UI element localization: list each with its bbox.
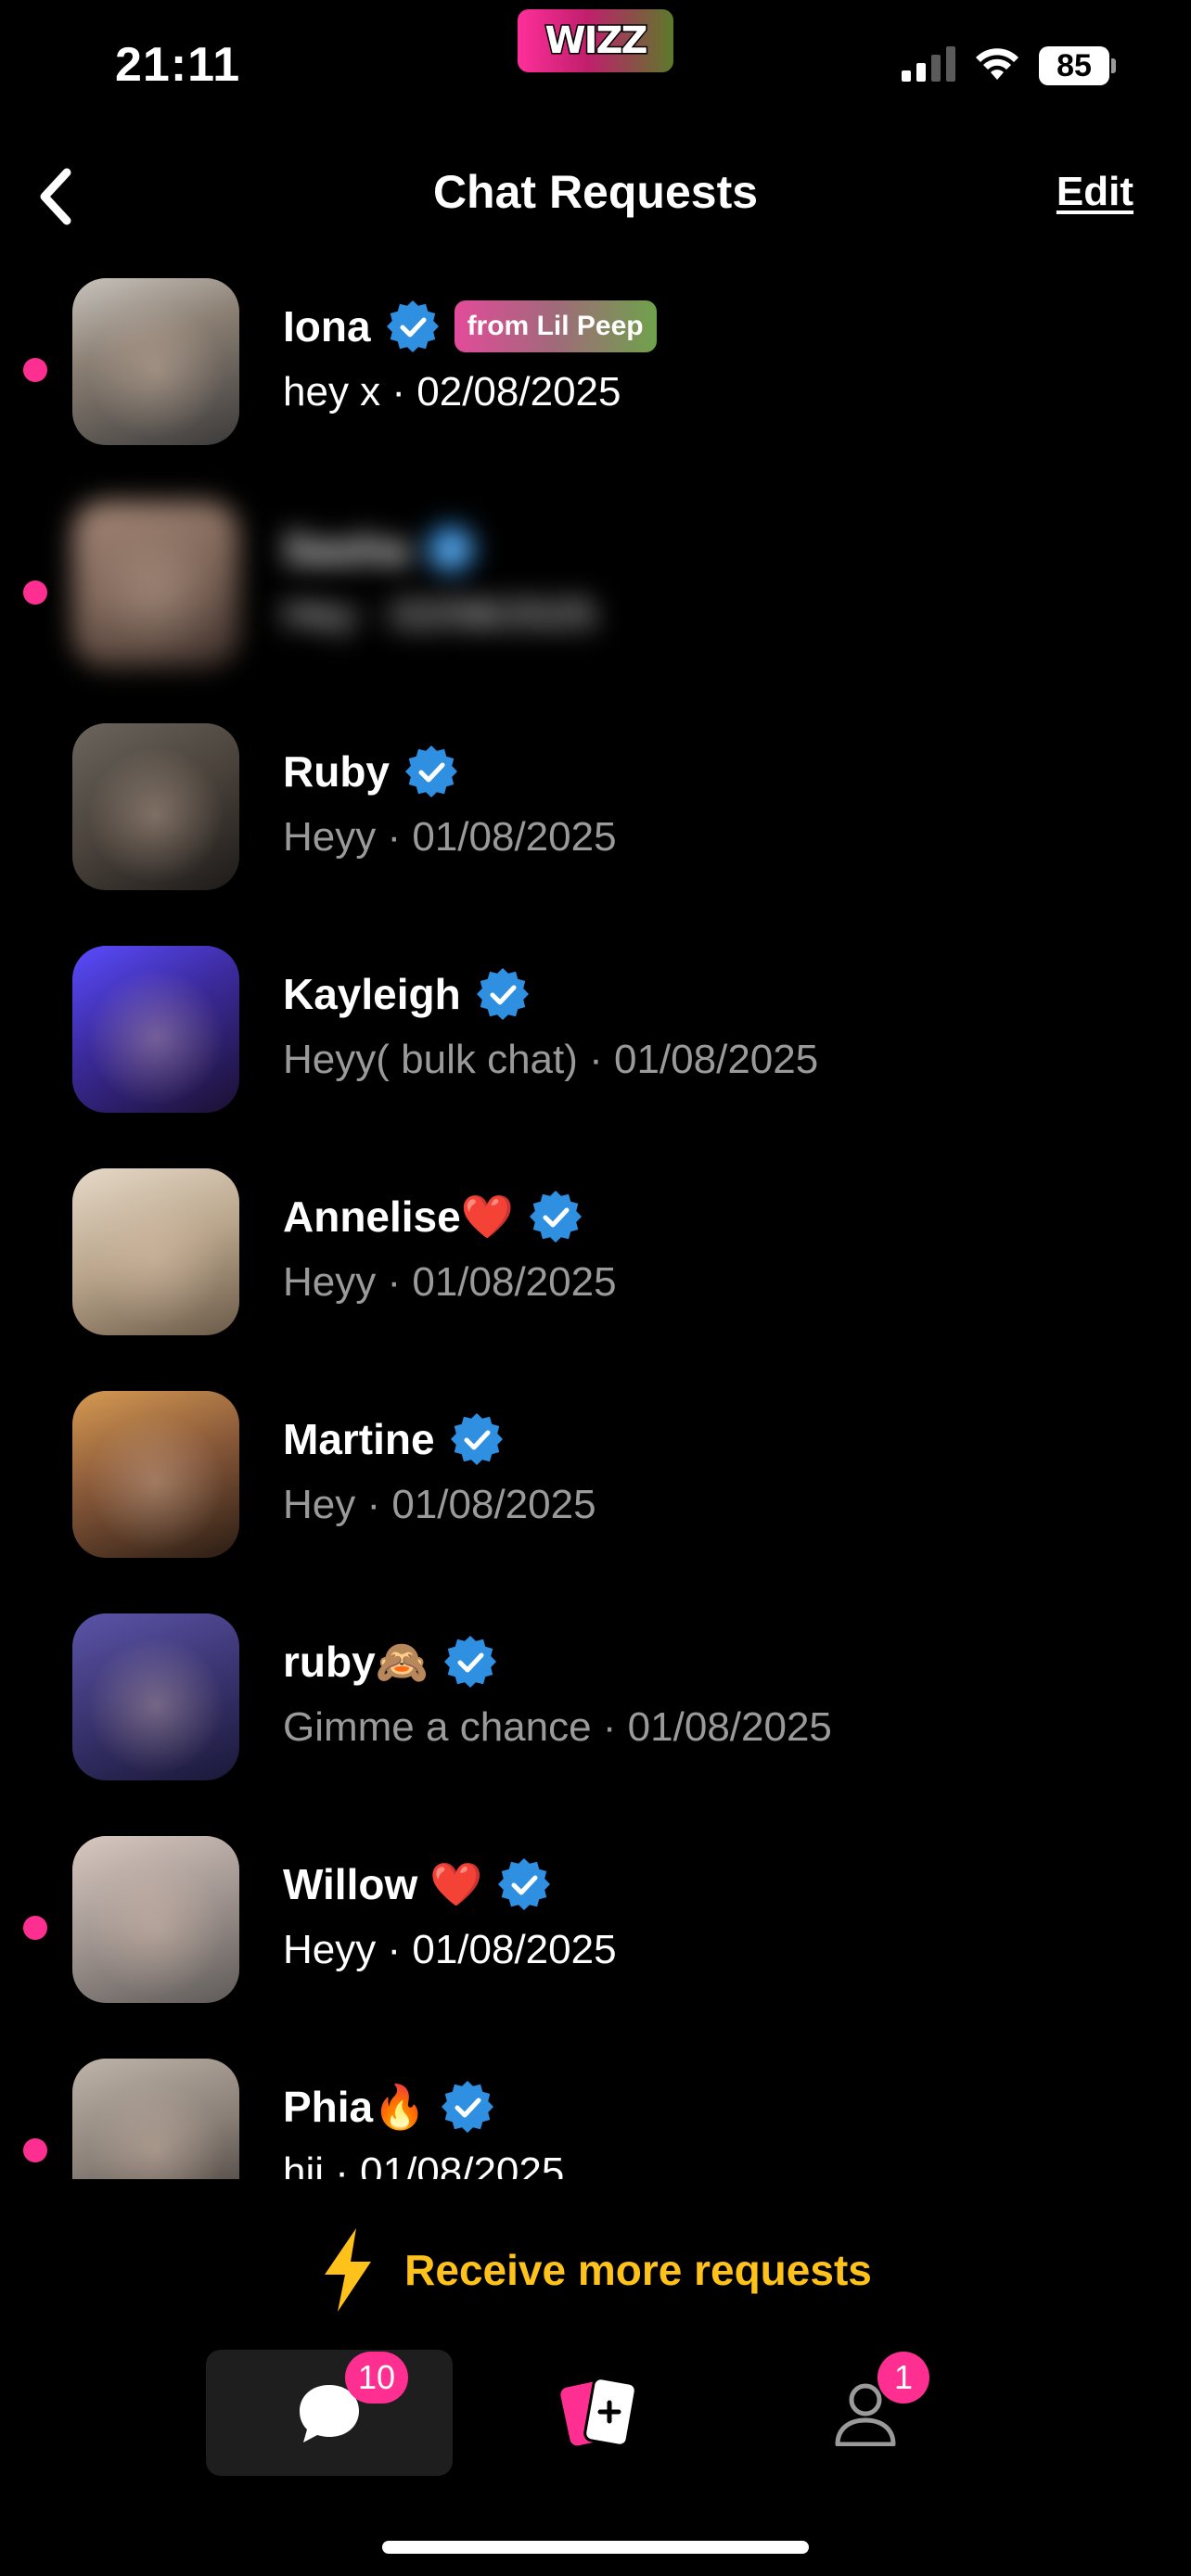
verified-badge-icon xyxy=(424,523,477,575)
name-line: Ruby xyxy=(283,742,458,801)
contact-name: Iona xyxy=(283,302,371,351)
status-time: 21:11 xyxy=(115,38,241,92)
battery-level: 85 xyxy=(1057,47,1092,83)
verified-badge-icon xyxy=(450,1413,503,1465)
avatar[interactable] xyxy=(72,501,239,668)
name-line: Sasha xyxy=(283,519,478,579)
name-line: Willow ❤️ xyxy=(283,1855,551,1914)
message-preview: Heyy · 01/08/2025 xyxy=(283,1927,617,1972)
status-bar: 21:11 WIZZ 85 xyxy=(0,0,1191,139)
contact-name: Ruby xyxy=(283,747,390,796)
verified-badge-icon xyxy=(530,1191,583,1243)
verified-badge-icon xyxy=(386,300,439,352)
avatar[interactable] xyxy=(72,1613,239,1780)
chat-request-row[interactable]: Ruby Heyy · 01/08/2025 xyxy=(0,714,1191,937)
avatar[interactable] xyxy=(72,1836,239,2003)
message-preview: hii · 01/08/2025 xyxy=(283,2149,565,2179)
verified-badge-icon xyxy=(405,746,457,797)
chat-request-list[interactable]: Iona from Lil Peep hey x · 02/08/2025 Sasha… xyxy=(0,269,1191,2179)
contact-name: Annelise❤️ xyxy=(283,1192,515,1241)
contact-name: ruby🙈 xyxy=(283,1637,429,1686)
tab-profile[interactable]: 1 xyxy=(742,2350,989,2476)
avatar[interactable] xyxy=(72,1391,239,1558)
message-preview: Heyy · 01/08/2025 xyxy=(283,1259,617,1305)
message-preview: Hey · 02/08/2025 xyxy=(283,592,596,637)
header: Chat Requests Edit xyxy=(0,148,1191,241)
name-line: Annelise❤️ xyxy=(283,1187,583,1246)
contact-name: Phia🔥 xyxy=(283,2082,427,2131)
tab-chats[interactable]: 10 xyxy=(206,2350,453,2476)
chat-request-row[interactable]: Martine Hey · 01/08/2025 xyxy=(0,1382,1191,1604)
app-logo-text: WIZZ xyxy=(544,19,649,64)
chats-badge: 10 xyxy=(345,2352,409,2404)
cellular-signal-icon xyxy=(902,46,955,82)
chat-request-row[interactable]: Sasha Hey · 02/08/2025 xyxy=(0,491,1191,714)
unread-indicator xyxy=(23,358,47,382)
chat-request-row[interactable]: Annelise❤️ Heyy · 01/08/2025 xyxy=(0,1159,1191,1382)
contact-name: Kayleigh xyxy=(283,970,461,1018)
message-preview: hey x · 02/08/2025 xyxy=(283,369,621,414)
receive-more-requests-button[interactable]: Receive more requests xyxy=(0,2224,1191,2316)
contact-name: Martine xyxy=(283,1415,435,1463)
name-line: Phia🔥 xyxy=(283,2077,494,2136)
cards-icon xyxy=(560,2377,637,2447)
unread-indicator xyxy=(23,580,47,605)
unread-indicator xyxy=(23,2138,47,2162)
chat-request-row[interactable]: Phia🔥 hii · 01/08/2025 xyxy=(0,2049,1191,2179)
tab-bar: 10 1 xyxy=(0,2337,1191,2494)
name-line: Martine xyxy=(283,1409,504,1469)
avatar[interactable] xyxy=(72,278,239,445)
receive-more-label: Receive more requests xyxy=(404,2246,872,2294)
home-indicator xyxy=(382,2541,809,2554)
name-line: ruby🙈 xyxy=(283,1632,497,1691)
chat-request-row[interactable]: Kayleigh Heyy( bulk chat) · 01/08/2025 xyxy=(0,937,1191,1159)
page-title: Chat Requests xyxy=(432,166,759,218)
chat-request-row[interactable]: ruby🙈 Gimme a chance · 01/08/2025 xyxy=(0,1604,1191,1827)
name-line: Iona from Lil Peep xyxy=(283,297,657,356)
message-preview: Gimme a chance · 01/08/2025 xyxy=(283,1704,832,1750)
avatar[interactable] xyxy=(72,723,239,890)
chat-request-row[interactable]: Iona from Lil Peep hey x · 02/08/2025 xyxy=(0,269,1191,491)
verified-badge-icon xyxy=(442,2081,494,2133)
name-line: Kayleigh xyxy=(283,964,530,1024)
source-tag: from Lil Peep xyxy=(454,300,657,352)
unread-indicator xyxy=(23,1916,47,1940)
edit-button[interactable]: Edit xyxy=(1057,169,1133,215)
verified-badge-icon xyxy=(498,1858,551,1910)
app-logo: WIZZ xyxy=(518,9,673,72)
avatar[interactable] xyxy=(72,2059,239,2179)
contact-name: Willow ❤️ xyxy=(283,1859,483,1908)
tab-cards[interactable] xyxy=(475,2350,722,2476)
verified-badge-icon xyxy=(443,1636,496,1688)
profile-badge: 1 xyxy=(877,2352,929,2404)
message-preview: Heyy · 01/08/2025 xyxy=(283,814,617,860)
avatar[interactable] xyxy=(72,946,239,1113)
verified-badge-icon xyxy=(476,968,529,1020)
message-preview: Heyy( bulk chat) · 01/08/2025 xyxy=(283,1037,819,1082)
lightning-bolt-icon xyxy=(325,2228,372,2312)
battery-indicator: 85 xyxy=(1039,46,1116,85)
message-preview: Hey · 01/08/2025 xyxy=(283,1482,596,1527)
wifi-icon xyxy=(976,48,1018,80)
chat-request-row[interactable]: Willow ❤️ Heyy · 01/08/2025 xyxy=(0,1827,1191,2049)
avatar[interactable] xyxy=(72,1168,239,1335)
contact-name: Sasha xyxy=(283,525,409,573)
